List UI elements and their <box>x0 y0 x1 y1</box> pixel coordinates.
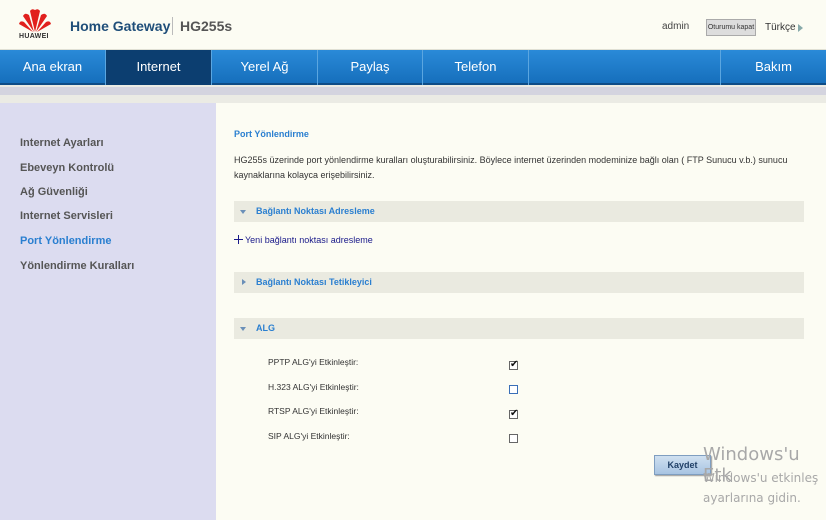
add-port-mapping-link[interactable]: Yeni bağlantı noktası adresleme <box>234 235 373 245</box>
nav-telefon[interactable]: Telefon <box>423 50 528 85</box>
checkmark-icon: ✔ <box>510 408 519 419</box>
alg-label-rtsp: RTSP ALG'yi Etkinleştir: <box>268 406 359 416</box>
sidebar-item-port-yonlendirme[interactable]: Port Yönlendirme <box>20 235 111 247</box>
sip-alg-checkbox[interactable] <box>509 434 518 443</box>
model-name: HG255s <box>180 18 233 34</box>
plus-icon <box>234 235 243 244</box>
nav-paylas[interactable]: Paylaş <box>318 50 422 85</box>
section-label: ALG <box>256 323 275 333</box>
h323-alg-checkbox[interactable] <box>509 385 518 394</box>
sidebar-item-ebeveyn-kontrolu[interactable]: Ebeveyn Kontrolü <box>20 162 114 174</box>
header: HUAWEI Home Gateway HG255s admin Oturumu… <box>0 0 826 50</box>
nav-ana-ekran[interactable]: Ana ekran <box>0 50 105 85</box>
page-description: HG255s üzerinde port yönlendirme kuralla… <box>234 155 788 180</box>
chevron-down-icon <box>240 210 246 214</box>
sidebar-item-ag-guvenligi[interactable]: Ağ Güvenliği <box>20 186 88 198</box>
nav-shadow <box>0 87 826 95</box>
brand-divider <box>172 17 173 35</box>
sidebar-item-internet-servisleri[interactable]: Internet Servisleri <box>20 210 113 222</box>
section-label: Bağlantı Noktası Tetikleyici <box>256 277 372 287</box>
section-alg[interactable]: ALG <box>234 318 804 339</box>
nav-divider <box>528 50 529 85</box>
alg-label-sip: SIP ALG'yi Etkinleştir: <box>268 431 350 441</box>
main-nav: Ana ekran Internet Yerel Ağ Paylaş Telef… <box>0 50 826 85</box>
alg-label-h323: H.323 ALG'yi Etkinleştir: <box>268 382 359 392</box>
activation-watermark-line: Windows'u etkinleş <box>703 471 819 485</box>
nav-yerel-ag[interactable]: Yerel Ağ <box>212 50 317 85</box>
checkmark-icon: ✔ <box>510 359 519 370</box>
pptp-alg-checkbox[interactable]: ✔ <box>509 359 519 370</box>
nav-bakim[interactable]: Bakım <box>721 50 826 85</box>
username: admin <box>662 21 690 32</box>
alg-label-pptp: PPTP ALG'yi Etkinleştir: <box>268 357 359 367</box>
sidebar-item-internet-ayarlari[interactable]: Internet Ayarları <box>20 137 104 149</box>
brand-title: Home Gateway <box>70 18 171 34</box>
page-title: Port Yönlendirme <box>234 129 309 139</box>
sidebar-item-yonlendirme-kurallari[interactable]: Yönlendirme Kuralları <box>20 260 134 272</box>
section-label: Bağlantı Noktası Adresleme <box>256 206 375 216</box>
add-link-label: Yeni bağlantı noktası adresleme <box>245 235 373 245</box>
logo-text: HUAWEI <box>19 33 49 40</box>
nav-internet[interactable]: Internet <box>106 50 211 85</box>
section-port-trigger[interactable]: Bağlantı Noktası Tetikleyici <box>234 272 804 293</box>
activation-watermark-line: ayarlarına gidin. <box>703 491 801 505</box>
chevron-down-icon <box>240 327 246 331</box>
logout-button[interactable]: Oturumu kapat <box>706 19 756 36</box>
sidebar: Internet Ayarları Ebeveyn Kontrolü Ağ Gü… <box>0 103 216 520</box>
section-port-mapping[interactable]: Bağlantı Noktası Adresleme <box>234 201 804 222</box>
rtsp-alg-checkbox[interactable]: ✔ <box>509 408 519 419</box>
language-arrow-icon[interactable] <box>798 24 803 32</box>
chevron-right-icon <box>242 279 246 285</box>
language-selector[interactable]: Türkçe <box>765 22 796 33</box>
